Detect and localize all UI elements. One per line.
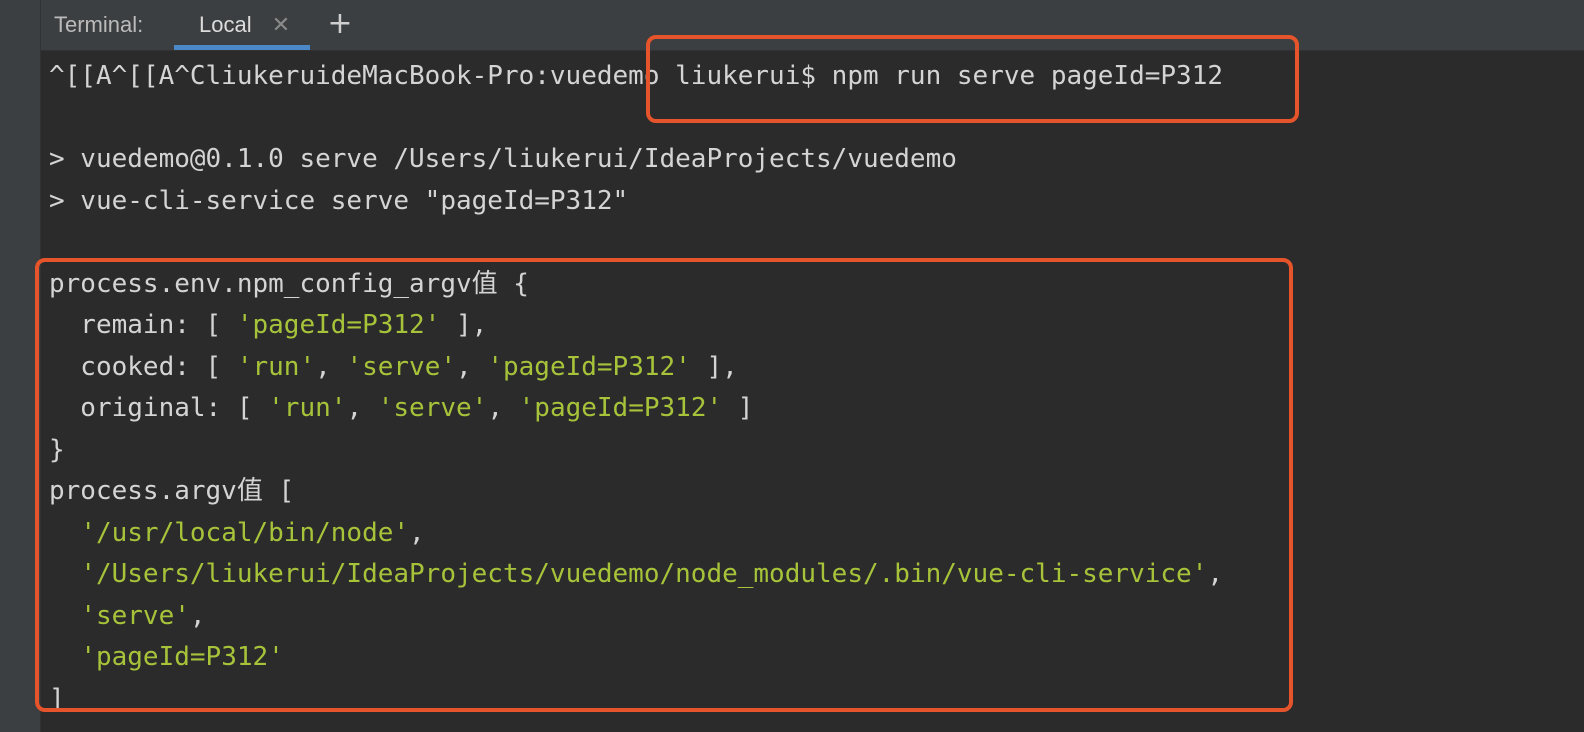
tab-local-label: Local: [199, 12, 252, 37]
terminal-line: 'pageId=P312': [80, 642, 284, 672]
terminal-output[interactable]: ^[[A^[[A^CliukeruideMacBook-Pro:vuedemo …: [41, 51, 1584, 732]
terminal-line: ^[[A^[[A^CliukeruideMacBook-Pro:vuedemo …: [49, 61, 1223, 91]
close-icon[interactable]: ✕: [270, 13, 292, 37]
terminal-line: '/Users/liukerui/IdeaProjects/vuedemo/no…: [80, 559, 1224, 589]
terminal-line: '/usr/local/bin/node',: [80, 517, 425, 548]
terminal-line: ]: [49, 683, 65, 714]
terminal-line: cooked: [ 'run', 'serve', 'pageId=P312' …: [49, 351, 738, 382]
terminal-line: 'serve',: [80, 600, 206, 631]
terminal-line: > vuedemo@0.1.0 serve /Users/liukerui/Id…: [49, 144, 957, 174]
add-tab-icon[interactable]: +: [326, 7, 354, 41]
active-tab-underline: [174, 45, 310, 50]
terminal-window: Terminal: Local ✕ + ^[[A^[[A^Cliukeruide…: [0, 0, 1584, 732]
terminal-label: Terminal:: [54, 12, 144, 37]
terminal-line: process.argv值 [: [49, 476, 295, 506]
terminal-line: }: [49, 434, 65, 465]
tab-local[interactable]: Local ✕: [174, 0, 310, 50]
terminal-line: process.env.npm_config_argv值 {: [49, 268, 529, 299]
side-gutter: [0, 0, 41, 732]
terminal-line: original: [ 'run', 'serve', 'pageId=P312…: [49, 393, 754, 423]
terminal-line: remain: [ 'pageId=P312' ],: [49, 310, 488, 340]
terminal-line: > vue-cli-service serve "pageId=P312": [49, 185, 629, 216]
terminal-tab-bar: Terminal: Local ✕ +: [41, 0, 1584, 51]
